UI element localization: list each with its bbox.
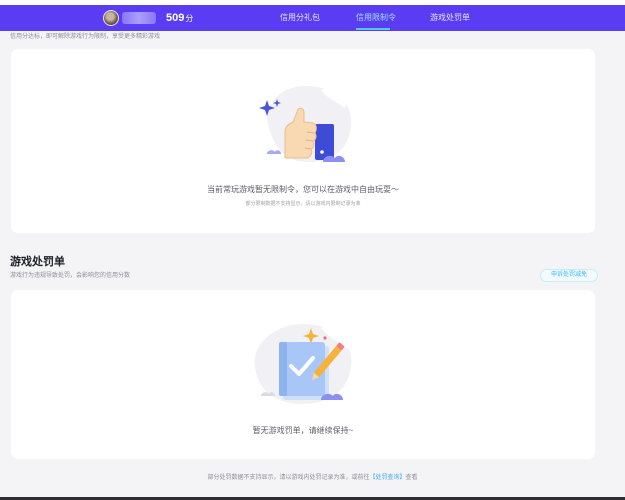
footer-text: 部分处罚数据不支持显示，请以游戏内处罚记录为准，或前往	[207, 475, 370, 481]
top-nav-bar: 509分 信用分礼包 信用限制令 游戏处罚单	[0, 5, 625, 31]
penalty-section-description: 游戏行为违规导致处罚，会影响您的信用分数	[10, 273, 131, 279]
penalty-empty-message: 暂无游戏罚单，请继续保持~	[252, 426, 354, 435]
username-redacted	[122, 12, 156, 24]
restriction-sub-note: 部分限制数据不支持显示，请以游戏内限制记录为准	[245, 201, 361, 207]
penalty-card: 暂无游戏罚单，请继续保持~	[11, 290, 595, 459]
footer-text-end: 查看	[405, 475, 418, 481]
penalty-query-link[interactable]: 【处罚查询】	[369, 475, 405, 481]
credit-score-value: 509	[166, 12, 185, 24]
footer-note: 部分处罚数据不支持显示，请以游戏内处罚记录为准，或前往【处罚查询】查看	[0, 474, 625, 482]
appeal-penalty-button[interactable]: 申诉处罚减免	[540, 269, 598, 282]
restriction-hint: 信用分达标，即可解除游戏行为限制，享受更多精彩游戏	[10, 34, 161, 40]
restriction-card: 当前常玩游戏暂无限制令，您可以在游戏中自由玩耍～ 部分限制数据不支持显示，请以游…	[11, 49, 595, 233]
tab-game-penalty[interactable]: 游戏处罚单	[430, 13, 470, 23]
penalty-section-title: 游戏处罚单	[10, 256, 65, 268]
tab-credit-gift[interactable]: 信用分礼包	[280, 13, 320, 23]
thumbs-up-illustration	[259, 85, 351, 162]
clipboard-pencil-illustration	[254, 324, 352, 404]
avatar[interactable]	[103, 10, 119, 26]
active-tab-indicator	[356, 28, 390, 30]
credit-score-unit: 分	[185, 14, 194, 23]
tab-credit-restriction[interactable]: 信用限制令	[356, 13, 396, 23]
restriction-message: 当前常玩游戏暂无限制令，您可以在游戏中自由玩耍～	[207, 185, 399, 194]
credit-score: 509分	[166, 10, 193, 27]
